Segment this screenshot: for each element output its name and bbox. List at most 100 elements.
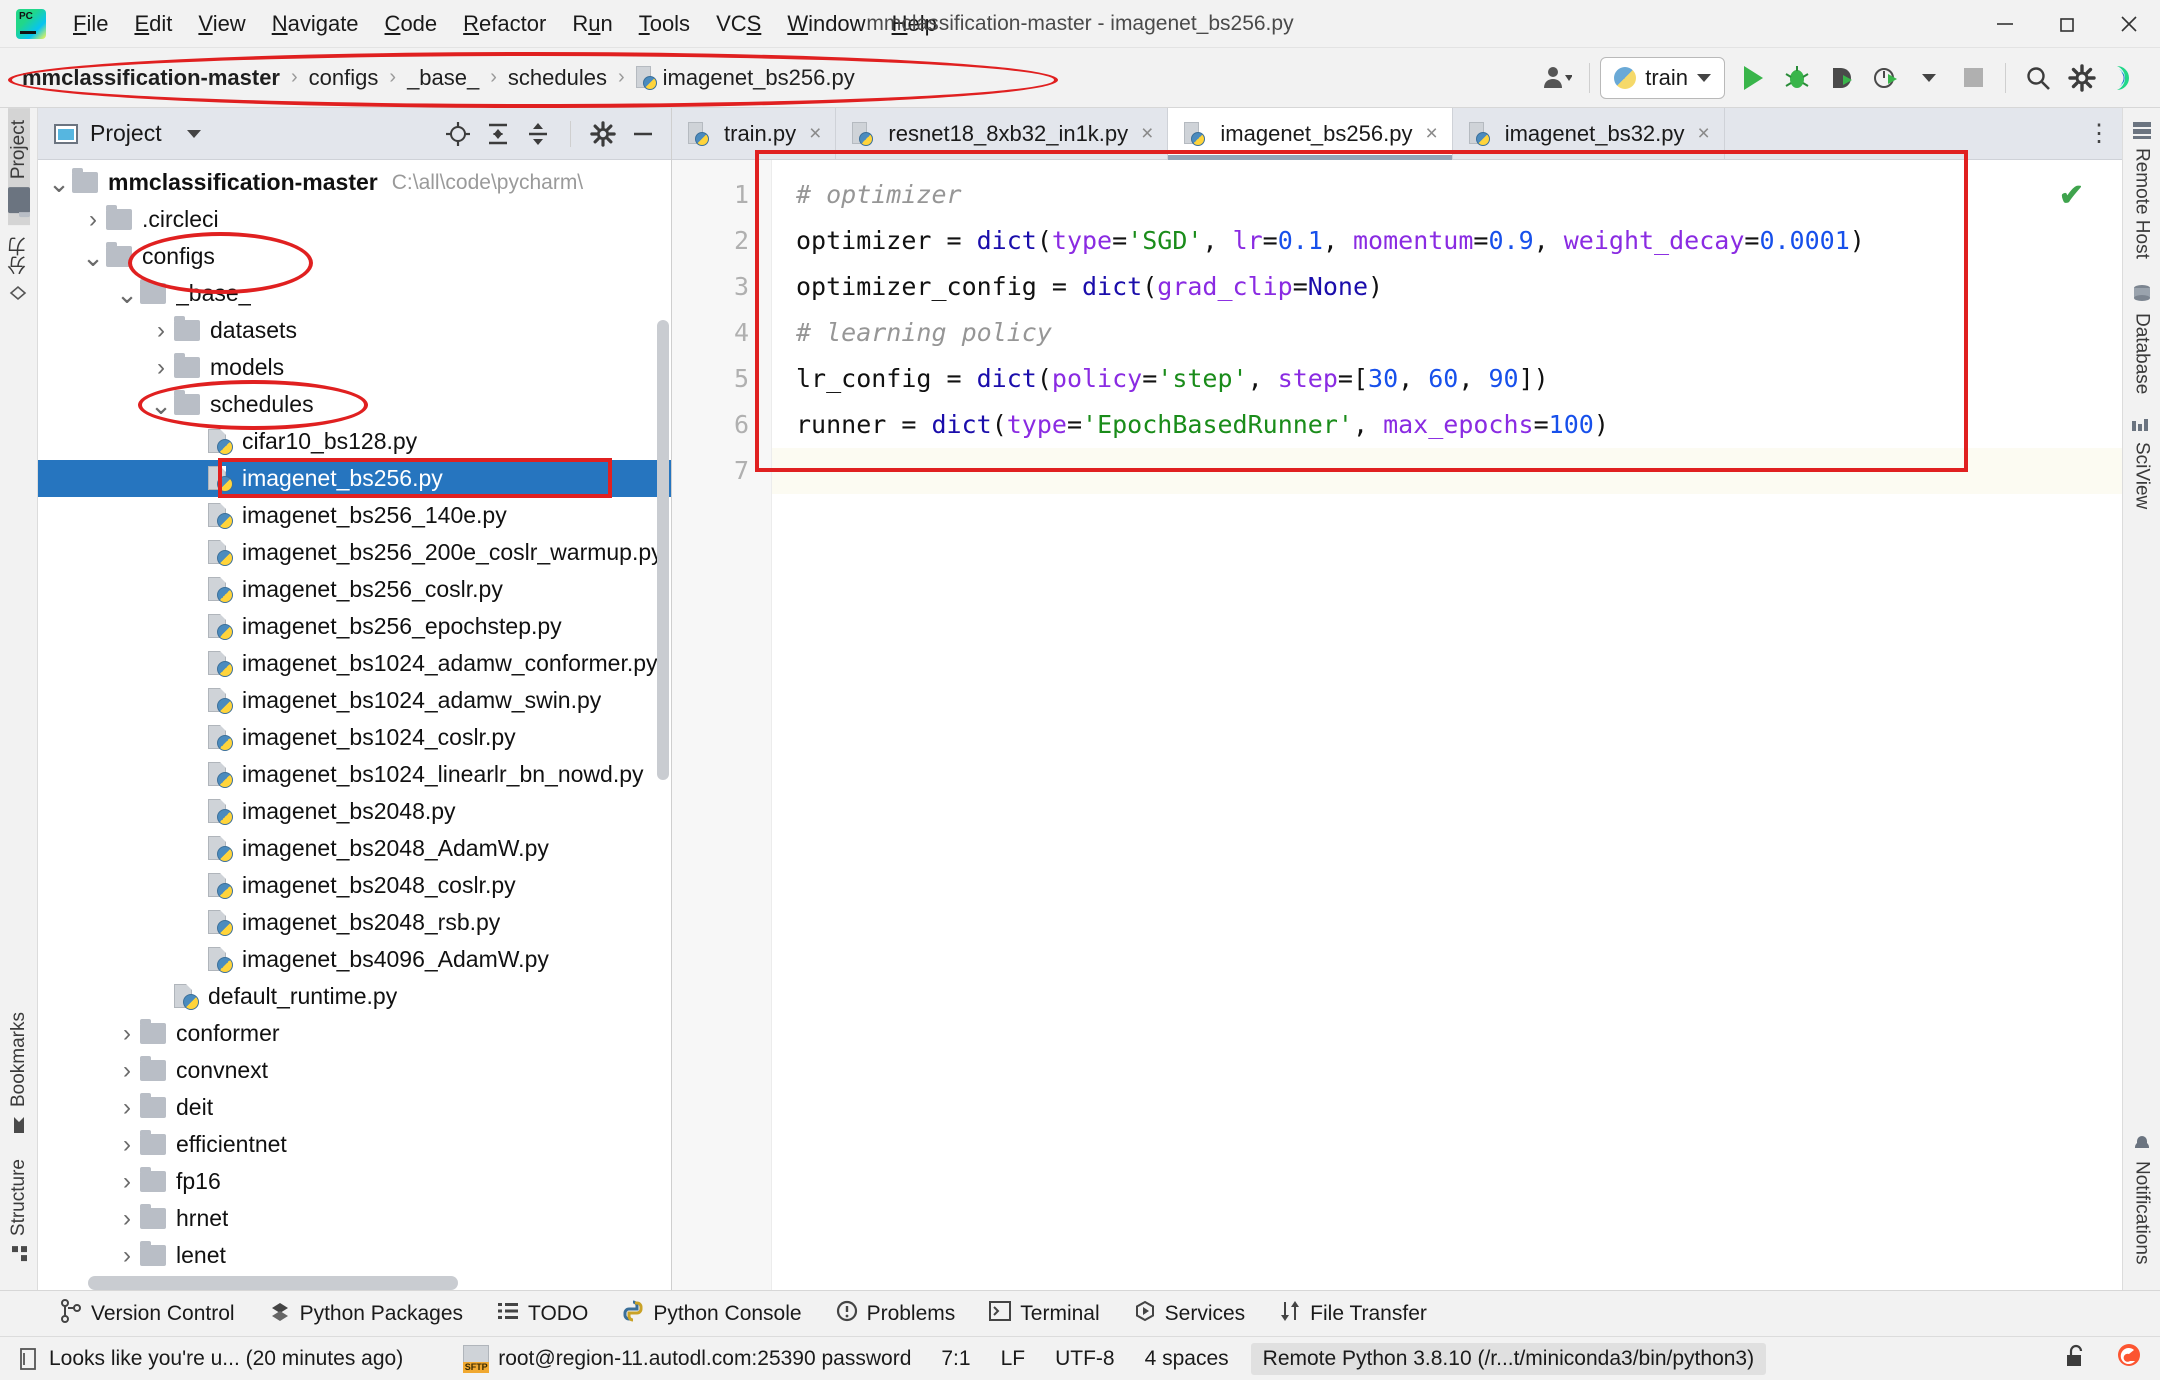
menu-vcs[interactable]: VCS [703, 6, 774, 42]
close-icon[interactable] [2098, 1, 2160, 47]
maximize-icon[interactable] [2036, 1, 2098, 47]
close-icon[interactable]: × [1698, 122, 1710, 146]
tree-vertical-scrollbar[interactable] [657, 320, 669, 780]
tree-folder-row[interactable]: › deit [38, 1089, 671, 1126]
tool-window-button[interactable]: Python Packages [269, 1300, 463, 1328]
tree-file-row[interactable]: default_runtime.py [38, 978, 671, 1015]
tree-folder-row[interactable]: › efficientnet [38, 1126, 671, 1163]
tool-window-button[interactable]: Terminal [989, 1300, 1100, 1328]
tree-folder-row[interactable]: ⌄ _base_ [38, 275, 671, 312]
hide-panel-icon[interactable] [625, 116, 661, 152]
menu-code[interactable]: Code [372, 6, 451, 42]
breadcrumb[interactable]: mmclassification-master › configs › _bas… [22, 65, 855, 91]
file-encoding[interactable]: UTF-8 [1055, 1347, 1115, 1371]
breadcrumb-item-configs[interactable]: configs [309, 65, 379, 91]
search-icon[interactable] [2016, 56, 2060, 100]
menu-run[interactable]: Run [559, 6, 625, 42]
tree-folder-row[interactable]: › convnext [38, 1052, 671, 1089]
sidebar-item-notifications[interactable]: Notifications [2131, 1121, 2153, 1277]
sidebar-item-database[interactable]: Database [2131, 271, 2153, 406]
tree-folder-row[interactable]: › hrnet [38, 1200, 671, 1237]
code-line[interactable]: runner = dict(type='EpochBasedRunner', m… [772, 402, 2122, 448]
sidebar-item-bookmarks[interactable]: Bookmarks [8, 1000, 30, 1147]
collapse-all-icon[interactable] [520, 116, 556, 152]
sidebar-item-commit[interactable]: 分力 [5, 225, 32, 315]
tree-folder-row[interactable]: › models [38, 349, 671, 386]
tree-folder-row[interactable]: › datasets [38, 312, 671, 349]
chevron-down-icon[interactable] [176, 116, 212, 152]
expand-all-icon[interactable] [480, 116, 516, 152]
more-options-icon[interactable]: ⋮ [2076, 108, 2122, 159]
editor-tab[interactable]: imagenet_bs256.py × [1168, 108, 1453, 160]
project-tree[interactable]: ⌄ mmclassification-master C:\all\code\pych… [38, 160, 671, 1290]
caret-position[interactable]: 7:1 [941, 1347, 970, 1371]
close-icon[interactable]: × [1141, 122, 1153, 146]
breadcrumb-item-base[interactable]: _base_ [407, 65, 479, 91]
code-line[interactable]: # optimizer [772, 172, 2122, 218]
tree-folder-row[interactable]: › conformer [38, 1015, 671, 1052]
remote-connection[interactable]: root@region-11.autodl.com:25390 password [463, 1344, 911, 1373]
chevron-down-icon[interactable] [1907, 56, 1951, 100]
code-editor[interactable]: 1234567 # optimizer optimizer = dict(type… [672, 160, 2122, 1290]
chevron-right-icon[interactable]: › [148, 354, 174, 382]
code-line[interactable]: # learning policy [772, 310, 2122, 356]
tree-file-row[interactable]: imagenet_bs256_200e_coslr_warmup.py [38, 534, 671, 571]
tree-file-row[interactable]: imagenet_bs256.py [38, 460, 671, 497]
close-icon[interactable]: × [1425, 122, 1437, 146]
csdn-icon[interactable] [2114, 1341, 2144, 1377]
run-with-coverage-icon[interactable] [1819, 56, 1863, 100]
chevron-right-icon[interactable]: › [114, 1168, 140, 1196]
code-line[interactable]: optimizer_config = dict(grad_clip=None) [772, 264, 2122, 310]
tree-folder-row[interactable]: ⌄ mmclassification-master C:\all\code\pych… [38, 164, 671, 201]
chevron-down-icon[interactable]: ⌄ [148, 392, 174, 418]
tree-file-row[interactable]: imagenet_bs1024_adamw_conformer.py [38, 645, 671, 682]
unlocked-icon[interactable] [2062, 1343, 2088, 1375]
tree-file-row[interactable]: imagenet_bs1024_coslr.py [38, 719, 671, 756]
python-interpreter[interactable]: Remote Python 3.8.10 (/r...t/miniconda3/… [1250, 1342, 1767, 1375]
tree-file-row[interactable]: imagenet_bs2048_coslr.py [38, 867, 671, 904]
tree-folder-row[interactable]: › fp16 [38, 1163, 671, 1200]
user-account-icon[interactable] [1535, 56, 1579, 100]
menu-tools[interactable]: Tools [626, 6, 703, 42]
gear-icon[interactable] [2060, 56, 2104, 100]
ide-updates-icon[interactable] [2104, 56, 2148, 100]
chevron-right-icon[interactable]: › [114, 1020, 140, 1048]
run-configuration-selector[interactable]: train [1600, 56, 1725, 99]
line-separator[interactable]: LF [1001, 1347, 1026, 1371]
tree-file-row[interactable]: imagenet_bs4096_AdamW.py [38, 941, 671, 978]
stop-icon[interactable] [1951, 56, 1995, 100]
chevron-right-icon[interactable]: › [148, 317, 174, 345]
tool-window-button[interactable]: Python Console [622, 1300, 802, 1328]
tool-window-button[interactable]: Version Control [60, 1298, 235, 1329]
chevron-right-icon[interactable]: › [114, 1057, 140, 1085]
sidebar-item-remote-host[interactable]: Remote Host [2131, 108, 2153, 271]
profile-icon[interactable] [1863, 56, 1907, 100]
menu-navigate[interactable]: Navigate [259, 6, 372, 42]
debug-icon[interactable] [1775, 56, 1819, 100]
menu-file[interactable]: File [60, 6, 121, 42]
breadcrumb-item-project[interactable]: mmclassification-master [22, 65, 280, 91]
tool-window-button[interactable]: Problems [836, 1300, 955, 1328]
tree-folder-row[interactable]: ⌄ schedules [38, 386, 671, 423]
chevron-right-icon[interactable]: › [114, 1131, 140, 1159]
status-message[interactable]: Looks like you're u... (20 minutes ago) [18, 1347, 403, 1371]
editor-tab-bar[interactable]: train.py × resnet18_8xb32_in1k.py × imagenet… [672, 108, 2122, 160]
tree-file-row[interactable]: imagenet_bs2048_rsb.py [38, 904, 671, 941]
code-content[interactable]: # optimizer optimizer = dict(type='SGD', … [772, 160, 2122, 1290]
tree-file-row[interactable]: imagenet_bs2048.py [38, 793, 671, 830]
chevron-right-icon[interactable]: › [114, 1242, 140, 1270]
tool-window-bar[interactable]: Version Control Python Packages TODO Python… [0, 1290, 2160, 1336]
minimize-icon[interactable] [1974, 1, 2036, 47]
code-line[interactable] [772, 448, 2122, 494]
inspection-status-icon[interactable]: ✔ [2059, 178, 2084, 213]
tree-horizontal-scrollbar[interactable] [88, 1276, 458, 1290]
tree-file-row[interactable]: imagenet_bs2048_AdamW.py [38, 830, 671, 867]
tool-window-button[interactable]: File Transfer [1279, 1300, 1427, 1328]
tree-file-row[interactable]: imagenet_bs1024_adamw_swin.py [38, 682, 671, 719]
tool-window-button[interactable]: Services [1134, 1300, 1245, 1328]
code-line[interactable]: lr_config = dict(policy='step', step=[30… [772, 356, 2122, 402]
menu-refactor[interactable]: Refactor [450, 6, 559, 42]
code-line[interactable]: optimizer = dict(type='SGD', lr=0.1, mom… [772, 218, 2122, 264]
menu-help[interactable]: Help [879, 6, 950, 42]
editor-tab[interactable]: train.py × [672, 108, 837, 159]
